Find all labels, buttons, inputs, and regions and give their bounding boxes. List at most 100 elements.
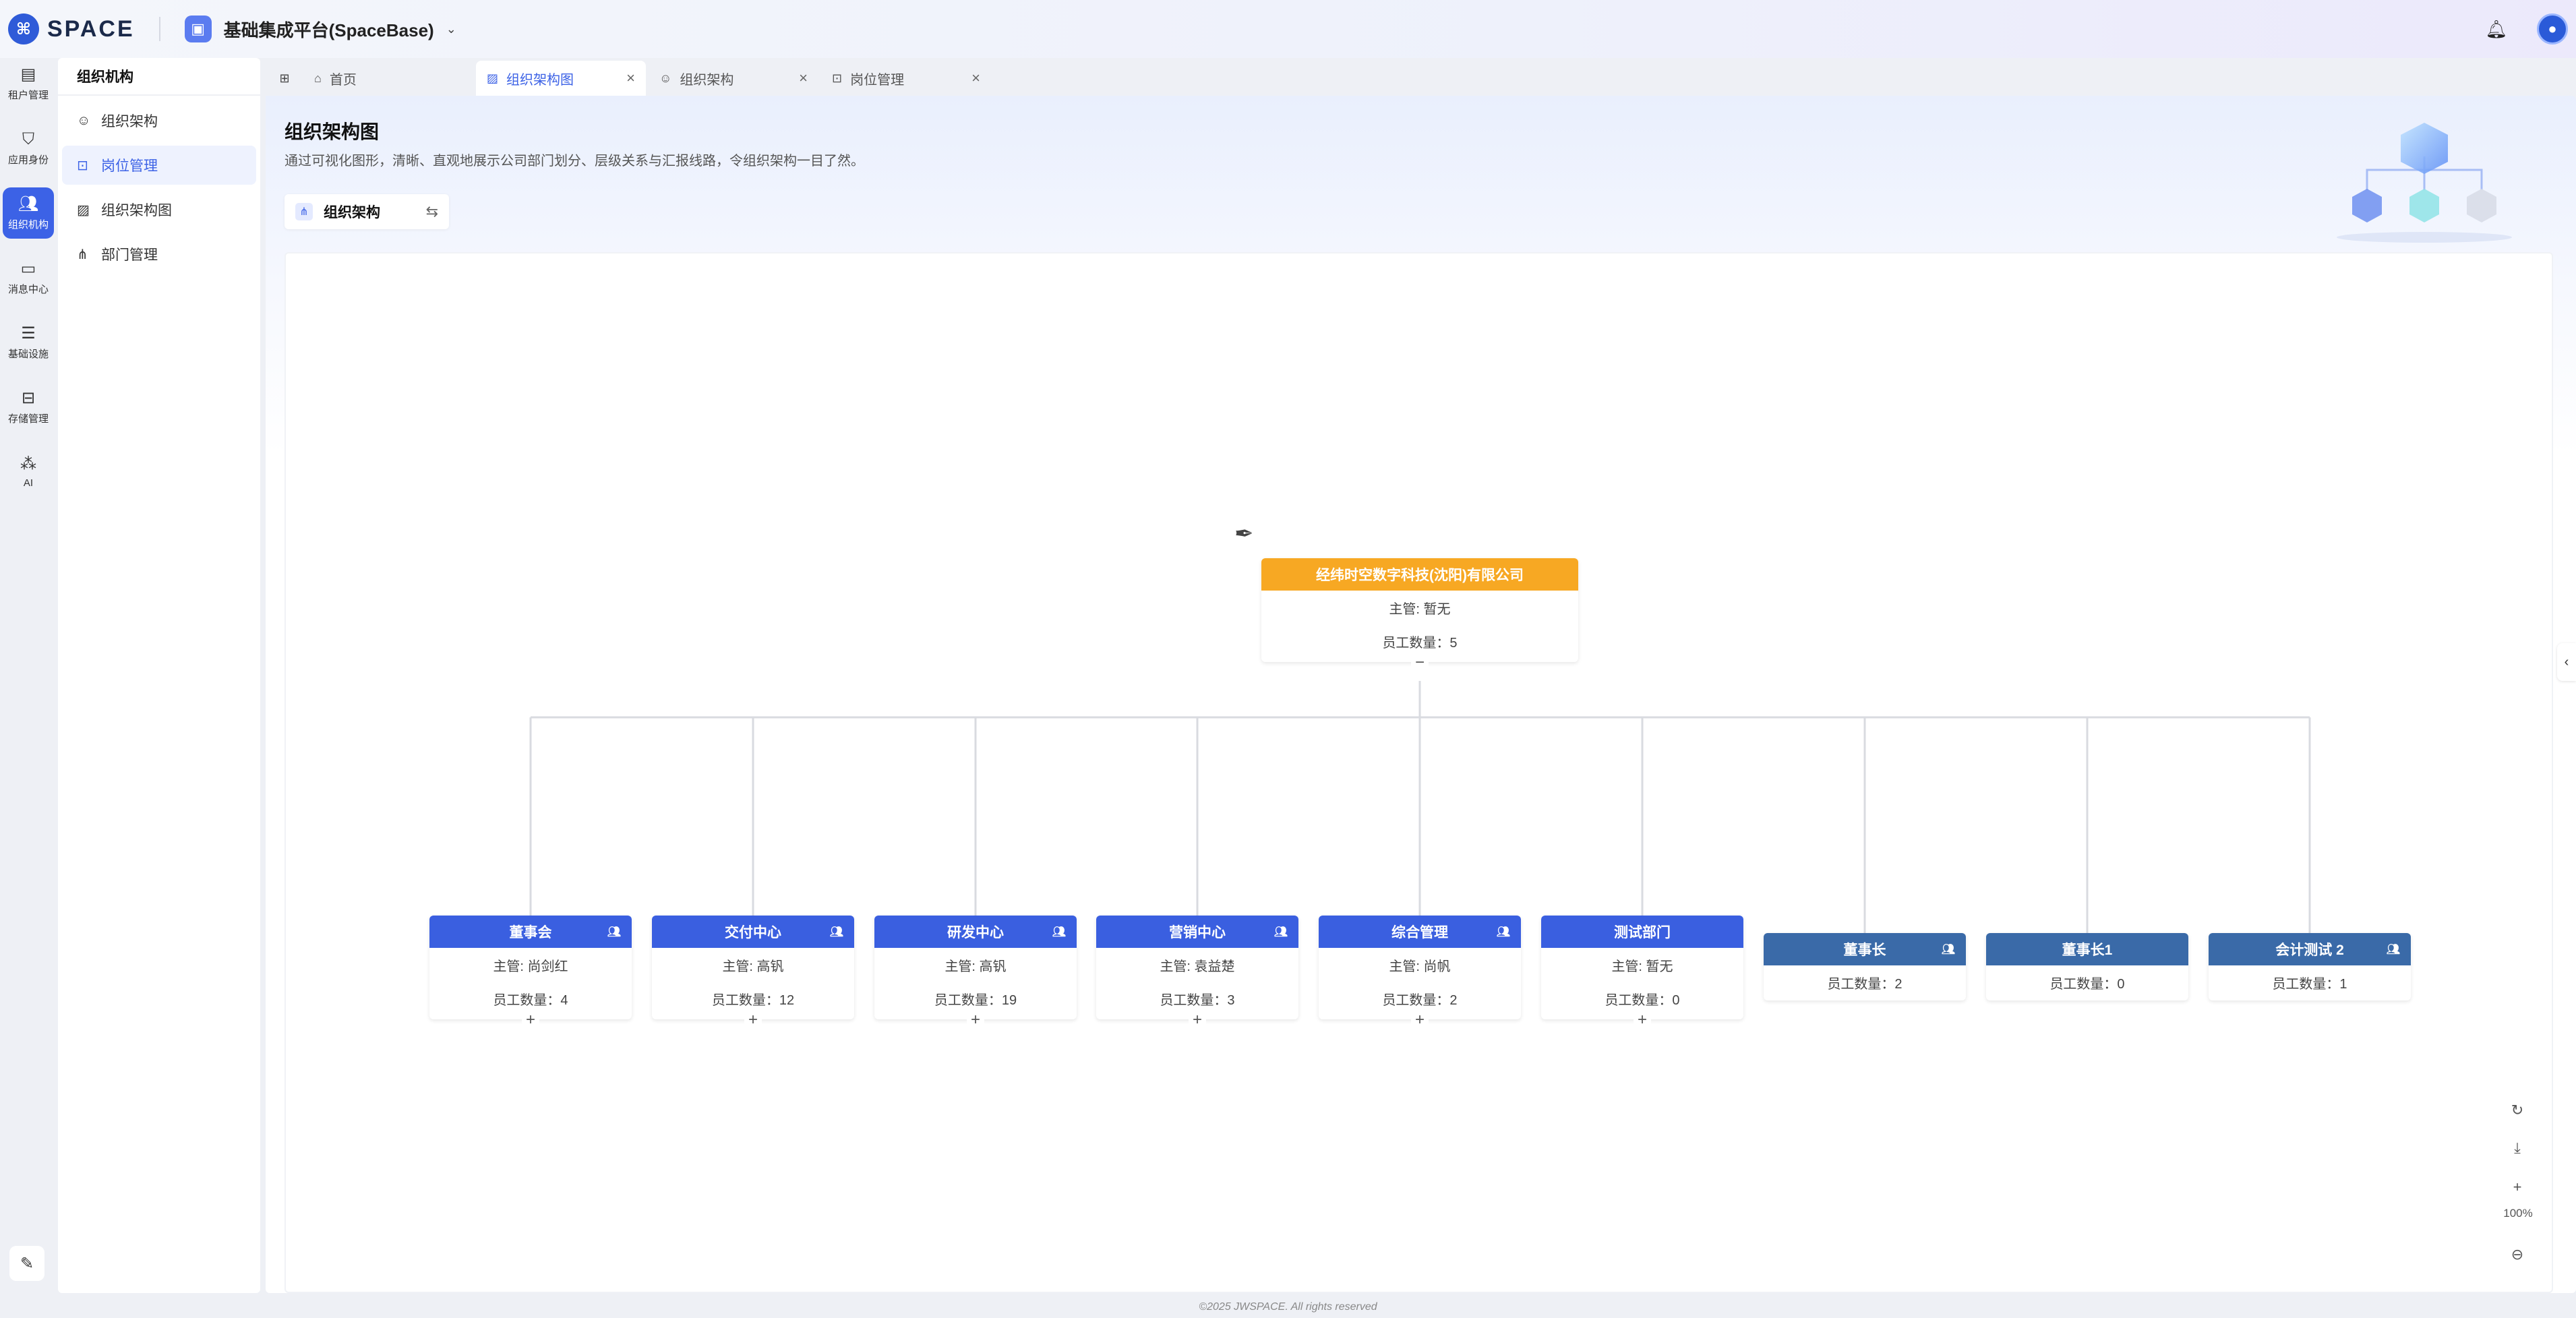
message-icon: ▭ [20,259,36,278]
close-icon[interactable]: × [626,69,635,87]
rail-item-label: 组织机构 [7,218,49,231]
org-node-dept[interactable]: 测试部门 主管: 暂无 员工数量：0 + [1541,916,1743,1029]
org-node-title: 测试部门 [1614,925,1671,940]
org-node-manager: 主管: 尚帆 [1389,959,1451,974]
org-node-title: 董事会 [509,925,552,940]
org-node-count: 员工数量：2 [1827,976,1903,992]
space-logo-icon: ⌘ [8,13,39,44]
rail-item-organization[interactable]: 👥︎ 组织机构 [3,187,54,239]
org-node-dept[interactable]: 综合管理 👥︎ 主管: 尚帆 员工数量：2 + [1319,916,1521,1029]
rail-item-ai[interactable]: ⁂ AI [3,446,54,498]
pen-cursor-icon: ✒ [1234,521,1254,547]
briefcase-icon: ⊡ [832,71,843,85]
rail-item-label: 应用身份 [7,154,49,166]
page-description: 通过可视化图形，清晰、直观地展示公司部门划分、层级关系与汇报线路，令组织架构一目… [284,154,864,169]
org-node-title: 会计测试 2 [2275,942,2344,958]
members-icon[interactable]: 👥︎ [2387,942,2400,956]
org-node-dept[interactable]: 董事会 👥︎ 主管: 尚剑红 员工数量：4 + [429,916,632,1029]
divider [158,17,160,41]
org-node-root[interactable]: 经纬时空数字科技(沈阳)有限公司 主管: 暂无 员工数量：5 − [1261,558,1578,671]
module-rail: ▤ 租户管理 ⛉ 应用身份 👥︎ 组织机构 ▭ 消息中心 ☰ 基础设施 ⊟ 存储… [0,58,57,1295]
expand-toggle[interactable]: + [522,1011,539,1029]
submenu-item-org-chart[interactable]: ▨ 组织架构图 [62,190,256,229]
expand-toggle[interactable]: + [967,1011,984,1029]
rail-item-infrastructure[interactable]: ☰ 基础设施 [3,317,54,368]
members-icon[interactable]: 👥︎ [1274,925,1288,938]
submenu-item-label: 组织架构图 [101,203,172,218]
briefcase-icon: ⊡ [77,158,88,173]
platform-name: 基础集成平台(SpaceBase) [223,20,434,40]
bell-icon[interactable]: 🔔︎ [2483,16,2510,42]
tab-menu-icon[interactable]: ⊞ [266,61,303,96]
org-node-title: 交付中心 [725,925,781,940]
org-node-dept[interactable]: 交付中心 👥︎ 主管: 高钒 员工数量：12 + [652,916,854,1029]
members-icon[interactable]: 👥︎ [1497,925,1510,938]
footer-copyright: ©2025 JWSPACE. All rights reserved [1199,1301,1377,1313]
cube-icon: ▣ [184,16,212,42]
tenant-icon: ▤ [20,65,36,84]
app-identity-icon: ⛉ [22,129,34,148]
org-node-title: 研发中心 [947,925,1004,940]
platform-selector[interactable]: ▣ 基础集成平台(SpaceBase) ⌄ [184,16,456,42]
avatar[interactable]: ● [2537,13,2568,44]
expand-toggle[interactable]: + [744,1011,762,1029]
collapse-toggle[interactable]: − [1411,654,1429,671]
tab-org-chart[interactable]: ▨ 组织架构图 × [476,61,646,96]
download-icon[interactable]: ⤓ [2500,1131,2534,1165]
expand-toggle[interactable]: + [1189,1011,1206,1029]
rail-item-label: 租户管理 [7,89,49,101]
rail-item-storage[interactable]: ⊟ 存储管理 [3,382,54,433]
tab-label: 首页 [329,72,357,88]
rail-item-label: 存储管理 [7,413,49,425]
rail-item-label: 基础设施 [7,348,49,360]
magic-wand-icon[interactable]: ✎ [9,1246,44,1281]
members-icon[interactable]: 👥︎ [1942,942,1955,956]
members-icon[interactable]: 👥︎ [830,925,843,938]
tab-org-structure[interactable]: ☺ 组织架构 × [649,61,818,96]
top-bar: ⌘ SPACE ▣ 基础集成平台(SpaceBase) ⌄ 🔔︎ ● [0,0,2576,58]
org-node-dept[interactable]: 研发中心 👥︎ 主管: 高钒 员工数量：19 + [874,916,1077,1029]
swap-icon[interactable]: ⇆ [426,203,438,220]
rail-item-label: 消息中心 [7,283,49,295]
rail-item-app-identity[interactable]: ⛉ 应用身份 [3,123,54,174]
org-node-dept[interactable]: 营销中心 👥︎ 主管: 袁益楚 员工数量：3 + [1096,916,1298,1029]
brand[interactable]: ⌘ SPACE [8,13,135,44]
org-node-manager: 主管: 袁益楚 [1160,959,1235,974]
tab-home[interactable]: ⌂ 首页 [303,61,473,96]
tab-label: 组织架构图 [506,72,574,88]
view-switcher-label: 组织架构 [324,205,380,220]
close-icon[interactable]: × [971,69,980,87]
org-node-position[interactable]: 董事长 👥︎ 员工数量：2 [1764,933,1966,1000]
org-node-title: 董事长 [1843,942,1886,958]
home-icon: ⌂ [314,71,322,85]
cubes-illustration [2337,123,2512,243]
org-node-manager: 主管: 高钒 [945,959,1007,974]
tab-position[interactable]: ⊡ 岗位管理 × [821,61,991,96]
submenu-item-org-structure[interactable]: ☺ 组织架构 [62,101,256,140]
zoom-out-icon[interactable]: ⊖ [2500,1238,2534,1271]
expand-toggle[interactable]: + [1634,1011,1651,1029]
members-icon[interactable]: 👥︎ [1052,925,1066,938]
members-icon[interactable]: 👥︎ [607,925,621,938]
zoom-in-icon[interactable]: + [2500,1170,2534,1204]
submenu-item-position[interactable]: ⊡ 岗位管理 [62,146,256,185]
rail-item-tenant[interactable]: ▤ 租户管理 [3,58,54,109]
expand-toggle[interactable]: + [1411,1011,1429,1029]
refresh-icon[interactable]: ↻ [2500,1094,2534,1127]
org-chart-canvas[interactable]: 经纬时空数字科技(沈阳)有限公司 主管: 暂无 员工数量：5 − 董事会 👥︎ 主… [284,252,2553,1293]
close-icon[interactable]: × [799,69,808,87]
org-node-manager: 主管: 暂无 [1389,601,1451,617]
chevron-down-icon: ⌄ [446,22,456,36]
submenu-item-department[interactable]: ⋔ 部门管理 [62,235,256,274]
submenu-item-label: 部门管理 [101,247,158,263]
image-icon: ▨ [487,71,499,85]
org-node-position[interactable]: 董事长1 员工数量：0 [1986,933,2188,1000]
view-switcher[interactable]: ⋔ 组织架构 ⇆ [284,194,449,229]
rail-item-label: AI [23,477,34,489]
chevron-left-icon[interactable]: ‹ [2557,643,2576,681]
rail-item-message[interactable]: ▭ 消息中心 [3,252,54,303]
tab-bar: ⊞ ⌂ 首页 ▨ 组织架构图 × ☺ 组织架构 × ⊡ 岗位管理 × [266,58,2576,96]
organization-icon: 👥︎ [18,194,39,213]
org-node-position[interactable]: 会计测试 2 👥︎ 员工数量：1 [2209,933,2411,1000]
page-title: 组织架构图 [284,121,380,142]
